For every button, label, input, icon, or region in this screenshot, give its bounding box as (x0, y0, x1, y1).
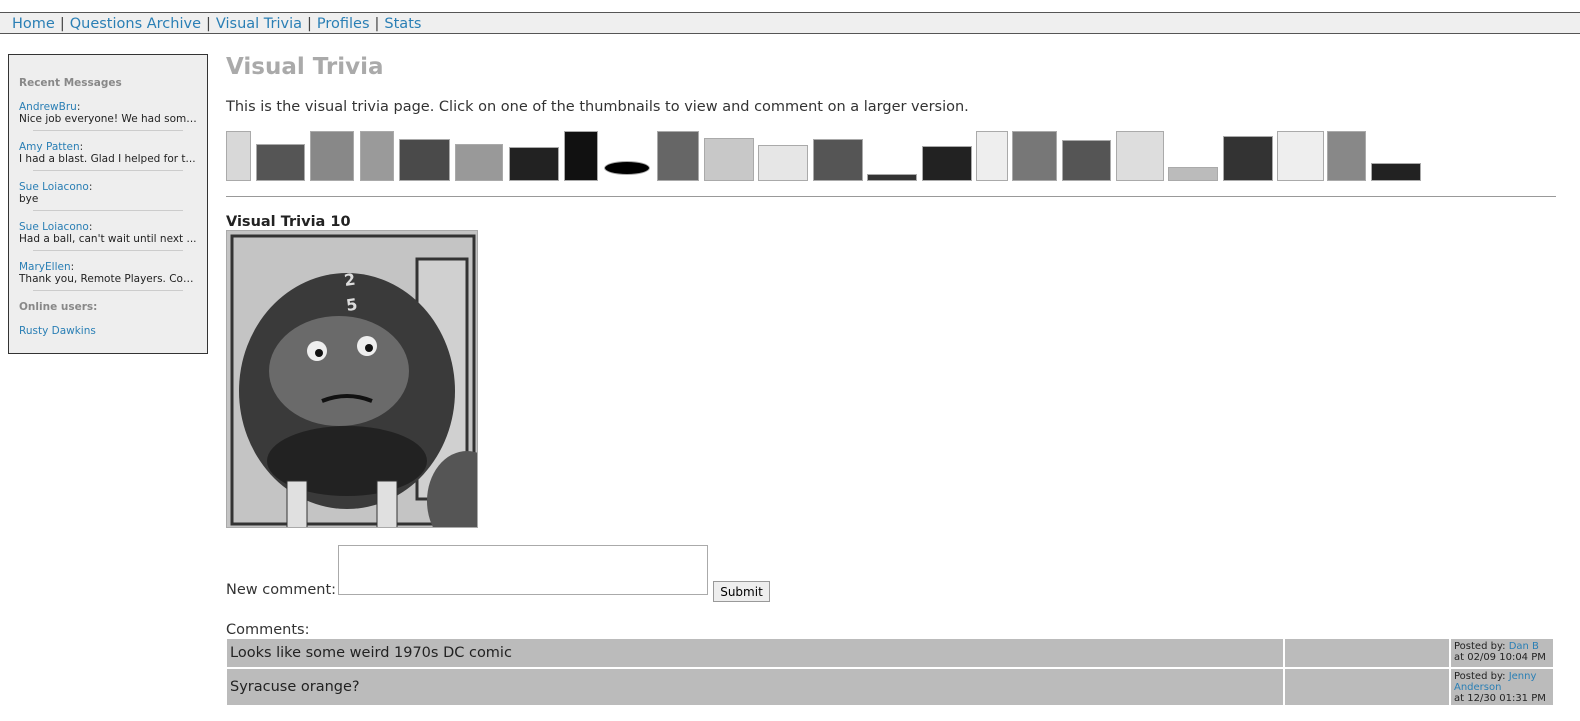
nav-profiles-link[interactable]: Profiles (317, 16, 370, 32)
message-text: Nice job everyone! We had some... (19, 113, 197, 125)
nav-separator: | (59, 16, 65, 32)
current-trivia-title: Visual Trivia 10 (226, 214, 351, 230)
message-item: Sue Loiacono: Had a ball, can't wait unt… (19, 221, 197, 251)
comments-list: Looks like some weird 1970s DC comic Pos… (227, 639, 1553, 707)
message-author-link[interactable]: Amy Patten (19, 141, 80, 153)
new-comment-input[interactable] (338, 545, 708, 595)
message-divider (33, 210, 183, 211)
online-users-title: Online users: (19, 301, 98, 313)
comment-text: Looks like some weird 1970s DC comic (227, 639, 1283, 667)
nav-home-link[interactable]: Home (12, 16, 55, 32)
message-item: AndrewBru: Nice job everyone! We had som… (19, 101, 197, 131)
message-text: Thank you, Remote Players. Coul... (19, 273, 197, 285)
thumbnail[interactable] (310, 131, 354, 181)
nav-visual-trivia-link[interactable]: Visual Trivia (216, 16, 302, 32)
nav-questions-archive-link[interactable]: Questions Archive (70, 16, 201, 32)
comic-face-illustration: 2 5 (227, 231, 477, 527)
posted-by-label: Posted by: (1454, 641, 1506, 652)
comment-text: Syracuse orange? (227, 669, 1283, 705)
thumbnail[interactable] (1327, 131, 1366, 181)
thumbnail[interactable] (1277, 131, 1324, 181)
comment-meta: Posted by: Dan B at 02/09 10:04 PM (1451, 639, 1553, 667)
nav-stats-link[interactable]: Stats (384, 16, 421, 32)
message-divider (33, 290, 183, 291)
thumbnail-strip (226, 129, 1556, 181)
divider (226, 196, 1556, 197)
message-author-link[interactable]: AndrewBru (19, 101, 77, 113)
message-divider (33, 130, 183, 131)
comment-meta: Posted by: Jenny Anderson at 12/30 01:31… (1451, 669, 1553, 705)
thumbnail[interactable] (867, 174, 917, 181)
thumbnail[interactable] (604, 161, 650, 175)
message-item: Sue Loiacono: bye (19, 181, 197, 211)
top-navigation: Home | Questions Archive | Visual Trivia | Pro… (0, 12, 1580, 34)
message-text: I had a blast. Glad I helped for t... (19, 153, 196, 165)
page-title: Visual Trivia (226, 54, 384, 80)
thumbnail[interactable] (1012, 131, 1057, 181)
message-author-link[interactable]: Sue Loiacono (19, 221, 89, 233)
comment-row: Syracuse orange? Posted by: Jenny Anders… (227, 669, 1553, 705)
thumbnail[interactable] (758, 145, 808, 181)
thumbnail[interactable] (226, 131, 251, 181)
comment-form: New comment: Submit (226, 545, 826, 605)
thumbnail[interactable] (922, 146, 972, 181)
thumbnail[interactable] (1168, 167, 1218, 181)
thumbnail[interactable] (704, 138, 754, 181)
message-item: Amy Patten: I had a blast. Glad I helped… (19, 141, 197, 171)
thumbnail[interactable] (1223, 136, 1273, 181)
nav-separator: | (374, 16, 380, 32)
comment-timestamp: at 02/09 10:04 PM (1454, 652, 1546, 663)
thumbnail[interactable] (976, 131, 1008, 181)
intro-text: This is the visual trivia page. Click on… (226, 99, 969, 115)
thumbnail[interactable] (399, 139, 450, 181)
trivia-image: 2 5 (226, 230, 478, 528)
thumbnail[interactable] (564, 131, 598, 181)
online-user-link[interactable]: Rusty Dawkins (19, 325, 96, 337)
new-comment-label: New comment: (226, 582, 337, 598)
thumbnail[interactable] (1371, 163, 1421, 181)
nav-separator: | (307, 16, 312, 32)
thumbnail[interactable] (657, 131, 699, 181)
comments-label: Comments: (226, 622, 310, 638)
sidebar: Recent Messages AndrewBru: Nice job ever… (8, 54, 208, 354)
thumbnail[interactable] (1116, 131, 1164, 181)
thumbnail[interactable] (455, 144, 503, 181)
thumbnail[interactable] (813, 139, 863, 181)
message-author-link[interactable]: MaryEllen (19, 261, 71, 273)
message-text: Had a ball, can't wait until next ... (19, 233, 197, 245)
message-text: bye (19, 193, 39, 205)
submit-button[interactable]: Submit (713, 581, 770, 602)
message-item: MaryEllen: Thank you, Remote Players. Co… (19, 261, 197, 291)
comment-row: Looks like some weird 1970s DC comic Pos… (227, 639, 1553, 667)
message-divider (33, 170, 183, 171)
thumbnail[interactable] (360, 131, 394, 181)
thumbnail[interactable] (256, 144, 305, 181)
message-author-link[interactable]: Sue Loiacono (19, 181, 89, 193)
nav-separator: | (206, 16, 211, 32)
thumbnail[interactable] (1062, 140, 1111, 181)
comment-timestamp: at 12/30 01:31 PM (1454, 693, 1546, 704)
comment-author-link[interactable]: Dan B (1509, 641, 1539, 652)
message-divider (33, 250, 183, 251)
posted-by-label: Posted by: (1454, 671, 1506, 682)
recent-messages-title: Recent Messages (19, 77, 122, 89)
thumbnail[interactable] (509, 147, 559, 181)
comment-spacer (1285, 669, 1449, 705)
comment-spacer (1285, 639, 1449, 667)
